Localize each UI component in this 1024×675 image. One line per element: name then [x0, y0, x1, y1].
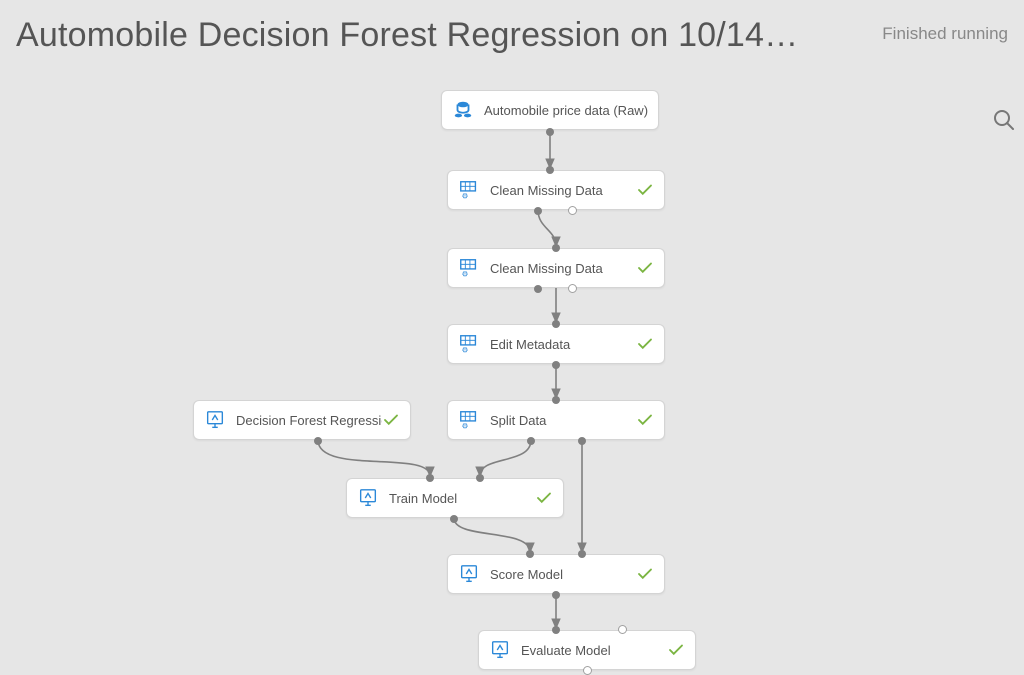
grid-icon: ⚙ — [458, 333, 480, 355]
node-label: Clean Missing Data — [490, 183, 636, 198]
input-port[interactable] — [552, 320, 560, 328]
node-label: Automobile price data (Raw) — [484, 103, 648, 118]
status-badge: Finished running — [882, 24, 1008, 44]
status-ok-icon — [382, 411, 400, 429]
dataset-icon — [452, 99, 474, 121]
svg-text:⚙: ⚙ — [462, 191, 469, 200]
node-clean-missing-data-1[interactable]: ⚙ Clean Missing Data — [447, 170, 665, 210]
input-port[interactable] — [526, 550, 534, 558]
input-port[interactable] — [426, 474, 434, 482]
output-port[interactable] — [552, 361, 560, 369]
output-port[interactable] — [527, 437, 535, 445]
node-clean-missing-data-2[interactable]: ⚙ Clean Missing Data — [447, 248, 665, 288]
node-train-model[interactable]: Train Model — [346, 478, 564, 518]
status-ok-icon — [636, 411, 654, 429]
node-label: Clean Missing Data — [490, 261, 636, 276]
node-label: Evaluate Model — [521, 643, 667, 658]
node-label: Edit Metadata — [490, 337, 636, 352]
node-label: Train Model — [389, 491, 535, 506]
output-port-open[interactable] — [583, 666, 592, 675]
status-ok-icon — [667, 641, 685, 659]
compute-icon — [458, 563, 480, 585]
output-port-open[interactable] — [568, 206, 577, 215]
node-evaluate-model[interactable]: Evaluate Model — [478, 630, 696, 670]
status-ok-icon — [636, 565, 654, 583]
compute-icon — [204, 409, 226, 431]
output-port[interactable] — [534, 285, 542, 293]
grid-icon: ⚙ — [458, 179, 480, 201]
experiment-canvas[interactable]: Automobile price data (Raw) ⚙ Clean Miss… — [0, 70, 1024, 651]
grid-icon: ⚙ — [458, 409, 480, 431]
input-port[interactable] — [546, 166, 554, 174]
output-port[interactable] — [314, 437, 322, 445]
output-port-open[interactable] — [568, 284, 577, 293]
output-port[interactable] — [546, 128, 554, 136]
svg-text:⚙: ⚙ — [462, 269, 469, 278]
node-automobile-price-data[interactable]: Automobile price data (Raw) — [441, 90, 659, 130]
input-port[interactable] — [552, 244, 560, 252]
node-label: Decision Forest Regression — [236, 413, 382, 428]
input-port[interactable] — [476, 474, 484, 482]
grid-icon: ⚙ — [458, 257, 480, 279]
compute-icon — [489, 639, 511, 661]
status-ok-icon — [636, 335, 654, 353]
node-label: Split Data — [490, 413, 636, 428]
svg-text:⚙: ⚙ — [462, 345, 469, 354]
svg-text:⚙: ⚙ — [462, 421, 469, 430]
status-ok-icon — [636, 259, 654, 277]
node-split-data[interactable]: ⚙ Split Data — [447, 400, 665, 440]
output-port[interactable] — [552, 591, 560, 599]
output-port[interactable] — [578, 437, 586, 445]
node-score-model[interactable]: Score Model — [447, 554, 665, 594]
node-edit-metadata[interactable]: ⚙ Edit Metadata — [447, 324, 665, 364]
status-ok-icon — [636, 181, 654, 199]
output-port[interactable] — [534, 207, 542, 215]
node-label: Score Model — [490, 567, 636, 582]
node-decision-forest-regression[interactable]: Decision Forest Regression — [193, 400, 411, 440]
page-title: Automobile Decision Forest Regression on… — [16, 16, 798, 55]
output-port[interactable] — [450, 515, 458, 523]
status-ok-icon — [535, 489, 553, 507]
input-port[interactable] — [552, 396, 560, 404]
input-port[interactable] — [552, 626, 560, 634]
input-port[interactable] — [578, 550, 586, 558]
input-port-open[interactable] — [618, 625, 627, 634]
compute-icon — [357, 487, 379, 509]
